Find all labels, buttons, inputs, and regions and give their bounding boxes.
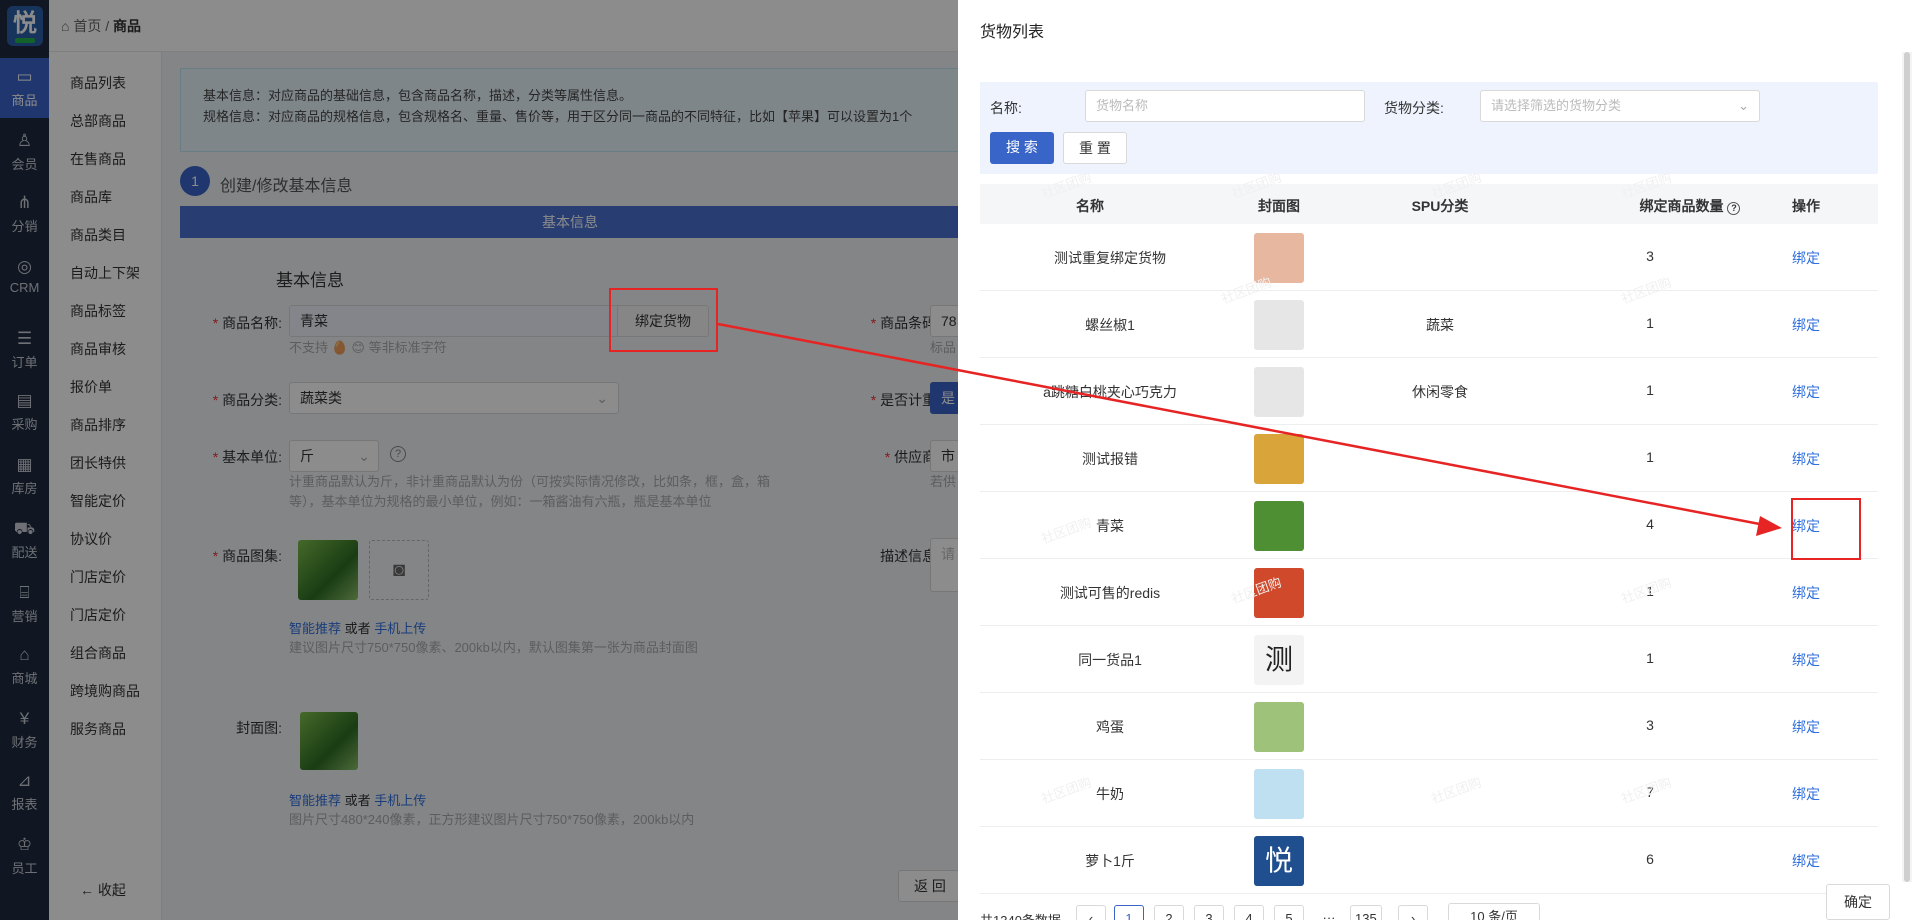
page-button[interactable]: 2 <box>1154 905 1184 920</box>
prev-page-button[interactable]: ‹ <box>1076 905 1106 920</box>
table-row: 测试报错 1 绑定 <box>980 425 1878 492</box>
page-button[interactable]: 3 <box>1194 905 1224 920</box>
chevron-down-icon: ⌄ <box>1738 98 1749 113</box>
help-icon[interactable]: ? <box>1727 202 1741 215</box>
goods-cover-image <box>1254 501 1304 551</box>
table-row: 螺丝椒1 蔬菜 1 绑定 <box>980 291 1878 358</box>
goods-name: 青菜 <box>1096 518 1124 534</box>
page-button[interactable]: 5 <box>1274 905 1304 920</box>
goods-cover-image: 测 <box>1254 635 1304 685</box>
goods-cover-image <box>1254 233 1304 283</box>
bind-link[interactable]: 绑定 <box>1786 650 1826 670</box>
drawer-title: 货物列表 <box>980 24 1045 41</box>
spu-category: 蔬菜 <box>1426 317 1454 333</box>
table-row: 鸡蛋 3 绑定 <box>980 693 1878 760</box>
highlight-box <box>609 288 718 352</box>
table-row: 测试可售的redis 1 绑定 <box>980 559 1878 626</box>
filter-cat-label: 货物分类: <box>1384 100 1444 116</box>
goods-cover-image <box>1254 300 1304 350</box>
goods-cover-image <box>1254 568 1304 618</box>
search-button[interactable]: 搜 索 <box>990 132 1054 164</box>
col-name: 名称 <box>1076 198 1104 214</box>
goods-name: 牛奶 <box>1096 786 1124 802</box>
bind-link[interactable]: 绑定 <box>1786 784 1826 804</box>
bound-count: 4 <box>1646 516 1654 532</box>
bind-link[interactable]: 绑定 <box>1786 851 1826 871</box>
bound-count: 1 <box>1646 382 1654 398</box>
table-header: 名称 封面图 SPU分类 绑定商品数量 ? 操作 <box>980 184 1878 224</box>
goods-name: 测试报错 <box>1082 451 1138 467</box>
goods-name: 同一货品1 <box>1078 652 1142 668</box>
page-button[interactable]: 1 <box>1114 905 1144 920</box>
bound-count: 3 <box>1646 248 1654 264</box>
goods-cover-image <box>1254 434 1304 484</box>
bound-count: 3 <box>1646 717 1654 733</box>
goods-name: 萝卜1斤 <box>1085 853 1135 869</box>
table-row: a跳糖白桃夹心巧克力 休闲零食 1 绑定 <box>980 358 1878 425</box>
goods-name: 测试重复绑定货物 <box>1054 250 1166 266</box>
bind-link[interactable]: 绑定 <box>1786 315 1826 335</box>
page-button[interactable]: 4 <box>1234 905 1264 920</box>
bind-link[interactable]: 绑定 <box>1786 717 1826 737</box>
bound-count: 1 <box>1646 315 1654 331</box>
page-button[interactable]: 135 <box>1350 905 1382 920</box>
goods-name-input[interactable]: 货物名称 <box>1085 90 1365 122</box>
bound-count: 1 <box>1646 449 1654 465</box>
bound-count: 6 <box>1646 851 1654 867</box>
goods-cover-image <box>1254 702 1304 752</box>
table-row: 同一货品1 测 1 绑定 <box>980 626 1878 693</box>
col-cover: 封面图 <box>1258 198 1300 214</box>
total-count: 共1340条数据 <box>980 910 1061 920</box>
goods-name: a跳糖白桃夹心巧克力 <box>1043 384 1177 400</box>
bind-link[interactable]: 绑定 <box>1786 449 1826 469</box>
table-row: 牛奶 7 绑定 <box>980 760 1878 827</box>
goods-category-select[interactable]: 请选择筛选的货物分类 ⌄ <box>1480 90 1760 122</box>
table-row: 青菜 4 绑定 <box>980 492 1878 559</box>
bind-link[interactable]: 绑定 <box>1786 382 1826 402</box>
filter-name-label: 名称: <box>990 100 1022 116</box>
goods-cover-image: 悦 <box>1254 836 1304 886</box>
filter-panel: 名称: 货物名称 货物分类: 请选择筛选的货物分类 ⌄ 搜 索 重 置 <box>980 82 1878 174</box>
col-action: 操作 <box>1792 198 1820 214</box>
bind-link[interactable]: 绑定 <box>1786 583 1826 603</box>
table-row: 测试重复绑定货物 3 绑定 <box>980 224 1878 291</box>
goods-cover-image <box>1254 367 1304 417</box>
bound-count: 1 <box>1646 583 1654 599</box>
table-row: 萝卜1斤 悦 6 绑定 <box>980 827 1878 894</box>
col-spu: SPU分类 <box>1411 198 1469 214</box>
page-size-select[interactable]: 10 条/页 <box>1448 903 1540 920</box>
highlight-box <box>1791 498 1861 560</box>
bind-link[interactable]: 绑定 <box>1786 248 1826 268</box>
goods-name: 鸡蛋 <box>1096 719 1124 735</box>
bound-count: 7 <box>1646 784 1654 800</box>
confirm-button[interactable]: 确定 <box>1826 884 1890 920</box>
bound-count: 1 <box>1646 650 1654 666</box>
modal-mask[interactable] <box>0 0 958 920</box>
next-page-button[interactable]: › <box>1398 905 1428 920</box>
goods-name: 测试可售的redis <box>1059 585 1161 601</box>
goods-name: 螺丝椒1 <box>1085 317 1135 333</box>
scrollbar[interactable] <box>1902 52 1912 882</box>
page-button[interactable]: ··· <box>1314 905 1344 920</box>
spu-category: 休闲零食 <box>1412 384 1468 400</box>
goods-cover-image <box>1254 769 1304 819</box>
reset-button[interactable]: 重 置 <box>1063 132 1127 164</box>
